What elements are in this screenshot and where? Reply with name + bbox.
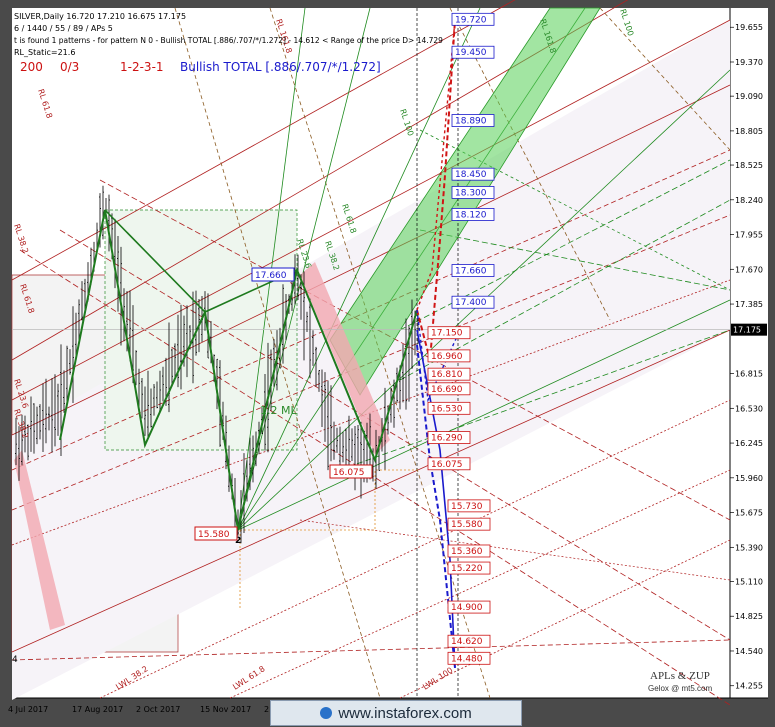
svg-text:16.075: 16.075 bbox=[333, 468, 365, 478]
bullish-target-label: 17.400 bbox=[455, 298, 487, 308]
svg-text:17.660: 17.660 bbox=[255, 271, 287, 281]
point-4-label: 4 bbox=[12, 655, 18, 665]
y-tick-label: 16.530 bbox=[735, 404, 763, 413]
credit-line2: Gelox @ mt5.com bbox=[648, 684, 713, 693]
bullish-target-label: 19.450 bbox=[455, 48, 487, 58]
header-line2: 6 / 1440 / 55 / 89 / APs 5 bbox=[14, 24, 113, 33]
bearish-target-label: 14.620 bbox=[451, 637, 483, 647]
y-tick-label: 17.385 bbox=[735, 300, 763, 309]
y-tick-label: 17.670 bbox=[735, 265, 763, 274]
credit-line1: APLs & ZUP bbox=[650, 670, 710, 682]
bearish-target-label: 16.290 bbox=[431, 434, 463, 444]
x-tick-label: 17 Aug 2017 bbox=[72, 705, 123, 714]
y-tick-label: 14.540 bbox=[735, 647, 763, 656]
y-tick-label: 18.805 bbox=[735, 127, 763, 136]
y-tick-label: 17.955 bbox=[735, 231, 763, 240]
counter-c: 1-2-3-1 bbox=[120, 60, 164, 74]
header-line1: SILVER,Daily 16.720 17.210 16.675 17.175 bbox=[14, 12, 187, 21]
x-tick-label: 4 Jul 2017 bbox=[8, 705, 48, 714]
bearish-target-label: 15.220 bbox=[451, 564, 483, 574]
y-tick-label: 16.245 bbox=[735, 439, 763, 448]
ml-annotation: 1.2 ML bbox=[260, 404, 297, 417]
bearish-target-label: 16.690 bbox=[431, 385, 463, 395]
counter-b: 0/3 bbox=[60, 60, 80, 74]
y-tick-label: 18.240 bbox=[735, 196, 763, 205]
y-tick-label: 18.525 bbox=[735, 161, 763, 170]
y-tick-label: 16.815 bbox=[735, 370, 763, 379]
chart-svg: 19.720 19.450 18.890 18.450 18.300 18.120 17.6… bbox=[8, 0, 768, 714]
watermark[interactable]: www.instaforex.com bbox=[270, 700, 522, 726]
y-tick-label: 19.370 bbox=[735, 58, 763, 67]
y-tick-label: 14.825 bbox=[735, 612, 763, 621]
chart-frame: 19.720 19.450 18.890 18.450 18.300 18.120 17.6… bbox=[0, 0, 775, 727]
bearish-target-label: 16.810 bbox=[431, 370, 463, 380]
svg-text:15.580: 15.580 bbox=[198, 530, 230, 540]
header-line4: RL_Static=21.6 bbox=[14, 48, 76, 57]
x-tick-label: 2 Oct 2017 bbox=[136, 705, 180, 714]
y-tick-label: 19.090 bbox=[735, 92, 763, 101]
y-tick-label: 15.960 bbox=[735, 474, 763, 483]
bullish-target-label: 18.450 bbox=[455, 170, 487, 180]
bearish-target-label: 15.730 bbox=[451, 502, 483, 512]
bearish-target-label: 15.580 bbox=[451, 520, 483, 530]
pattern-title: Bullish TOTAL [.886/.707/*/1.272] bbox=[180, 60, 381, 74]
globe-icon bbox=[320, 707, 333, 719]
x-tick-label: 15 Nov 2017 bbox=[200, 705, 251, 714]
y-tick-label: 15.675 bbox=[735, 509, 763, 518]
bearish-target-label: 17.150 bbox=[431, 329, 463, 339]
counter-a: 200 bbox=[20, 60, 43, 74]
watermark-text: www.instaforex.com bbox=[338, 704, 472, 722]
bearish-target-label: 16.075 bbox=[431, 460, 463, 470]
bullish-target-label: 18.300 bbox=[455, 188, 487, 198]
bullish-target-label: 18.890 bbox=[455, 117, 487, 127]
y-tick-label: 15.390 bbox=[735, 543, 763, 552]
y-tick-label: 19.655 bbox=[735, 23, 763, 32]
bearish-target-label: 14.900 bbox=[451, 603, 483, 613]
bearish-target-label: 16.530 bbox=[431, 404, 463, 414]
header-line3: t is found 1 patterns - for pattern N 0 … bbox=[14, 36, 443, 45]
y-axis-panel bbox=[730, 8, 768, 698]
bearish-target-label: 14.480 bbox=[451, 654, 483, 664]
y-tick-label: 14.255 bbox=[735, 682, 763, 691]
bearish-target-label: 15.360 bbox=[451, 547, 483, 557]
x-axis-ticks: 4 Jul 2017 17 Aug 2017 2 Oct 2017 15 Nov 20… bbox=[8, 705, 307, 714]
current-price-text: 17.175 bbox=[733, 326, 761, 335]
bullish-target-label: 18.120 bbox=[455, 210, 487, 220]
bullish-target-label: 19.720 bbox=[455, 15, 487, 25]
y-tick-label: 15.110 bbox=[735, 577, 763, 586]
bullish-target-label: 17.660 bbox=[455, 267, 487, 277]
bearish-target-label: 16.960 bbox=[431, 352, 463, 362]
